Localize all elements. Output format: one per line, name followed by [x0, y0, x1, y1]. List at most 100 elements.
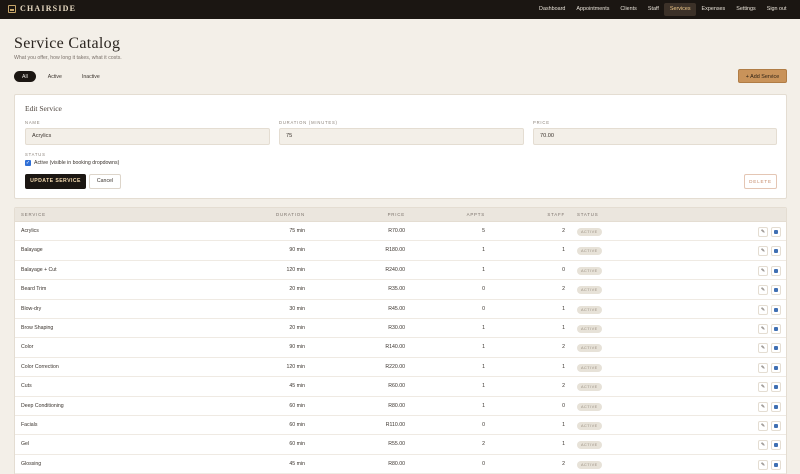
duration-input[interactable]: 75 [279, 128, 524, 145]
cancel-button[interactable]: Cancel [89, 174, 121, 189]
delete-row-button[interactable] [771, 227, 781, 237]
filter-all[interactable]: All [14, 71, 36, 82]
table-row[interactable]: Acrylics 75 min R70.00 5 2 ACTIVE ✎ [15, 222, 786, 242]
delete-row-button[interactable] [771, 285, 781, 296]
table-row[interactable]: Blow-dry 30 min R45.00 0 1 ACTIVE ✎ [15, 300, 786, 319]
col-price[interactable]: PRICE [355, 208, 405, 222]
trash-icon [774, 404, 778, 409]
table-row[interactable]: Color Correction 120 min R220.00 1 1 ACTIVE ✎ [15, 358, 786, 378]
cell-duration: 60 min [289, 421, 305, 428]
status-badge: ACTIVE [577, 460, 602, 469]
pencil-icon: ✎ [760, 229, 766, 235]
filter-active[interactable]: Active [40, 71, 70, 82]
pencil-icon: ✎ [760, 248, 766, 255]
col-appts[interactable]: APPTS [435, 208, 485, 222]
delete-row-button[interactable] [771, 323, 781, 334]
trash-icon [774, 249, 778, 254]
nav-settings[interactable]: Settings [731, 3, 761, 16]
delete-row-button[interactable] [771, 401, 781, 412]
delete-row-button[interactable] [771, 440, 781, 451]
duration-label: DURATION (MINUTES) [279, 120, 338, 125]
table-row[interactable]: Glossing 45 min R80.00 0 2 ACTIVE ✎ [15, 455, 786, 474]
trash-icon [774, 230, 778, 234]
delete-row-button[interactable] [771, 343, 781, 354]
delete-service-button[interactable]: DELETE [744, 174, 777, 189]
delete-row-button[interactable] [771, 459, 781, 470]
cell-service: Color [21, 344, 34, 351]
update-service-button[interactable]: UPDATE SERVICE [25, 174, 86, 189]
cell-service: Balayage [21, 247, 43, 254]
table-row[interactable]: Color 90 min R140.00 1 2 ACTIVE ✎ [15, 338, 786, 358]
edit-row-button[interactable]: ✎ [758, 459, 768, 470]
edit-row-button[interactable]: ✎ [758, 420, 768, 431]
edit-row-button[interactable]: ✎ [758, 382, 768, 393]
trash-icon [774, 385, 778, 390]
nav-appointments[interactable]: Appointments [571, 3, 615, 16]
col-staff[interactable]: STAFF [515, 208, 565, 222]
edit-row-button[interactable]: ✎ [758, 323, 768, 334]
table-row[interactable]: Beard Trim 20 min R35.00 0 2 ACTIVE ✎ [15, 280, 786, 300]
price-input[interactable]: 70.00 [533, 128, 777, 145]
delete-row-button[interactable] [771, 382, 781, 393]
cell-staff: 0 [562, 402, 565, 409]
nav-dashboard[interactable]: Dashboard [534, 3, 571, 16]
chair-icon [8, 4, 16, 13]
nav-sign-out[interactable]: Sign out [761, 3, 792, 16]
cell-staff: 1 [562, 421, 565, 428]
cell-service: Acrylics [21, 228, 39, 234]
cell-appts: 1 [482, 266, 485, 273]
cell-price: R110.00 [385, 421, 405, 428]
edit-row-button[interactable]: ✎ [758, 440, 768, 451]
filter-inactive[interactable]: Inactive [74, 71, 108, 82]
edit-row-button[interactable]: ✎ [758, 265, 768, 276]
status-badge: ACTIVE [577, 441, 602, 450]
brand-logo[interactable]: CHAIRSIDE [8, 4, 76, 13]
cell-appts: 0 [482, 286, 485, 293]
delete-row-button[interactable] [771, 362, 781, 373]
edit-row-button[interactable]: ✎ [758, 304, 768, 315]
edit-row-button[interactable]: ✎ [758, 246, 768, 257]
add-service-button[interactable]: + Add Service [738, 69, 787, 83]
table-row[interactable]: Balayage + Cut 120 min R240.00 1 0 ACTIVE ✎ [15, 261, 786, 281]
table-row[interactable]: Brow Shaping 20 min R30.00 1 1 ACTIVE ✎ [15, 319, 786, 339]
services-table: SERVICE DURATION PRICE APPTS STAFF STATU… [14, 207, 787, 474]
cell-duration: 75 min [289, 228, 305, 234]
delete-row-button[interactable] [771, 265, 781, 276]
table-row[interactable]: Balayage 90 min R180.00 1 1 ACTIVE ✎ [15, 241, 786, 261]
nav-expenses[interactable]: Expenses [696, 3, 731, 16]
name-label: NAME [25, 120, 41, 125]
trash-icon [774, 365, 778, 370]
name-input[interactable]: Acrylics [25, 128, 270, 145]
cell-appts: 1 [482, 324, 485, 331]
cell-appts: 0 [482, 421, 485, 428]
edit-row-button[interactable]: ✎ [758, 343, 768, 354]
nav-services[interactable]: Services [664, 3, 697, 16]
table-row[interactable]: Facials 60 min R110.00 0 1 ACTIVE ✎ [15, 416, 786, 436]
active-checkbox-row[interactable]: ✓ Active (visible in booking dropdowns) [25, 160, 119, 166]
page-title: Service Catalog [14, 35, 121, 52]
edit-row-button[interactable]: ✎ [758, 285, 768, 296]
cell-appts: 2 [482, 441, 485, 448]
col-status[interactable]: STATUS [577, 208, 598, 222]
page-subtitle: What you offer, how long it takes, what … [14, 55, 122, 61]
nav-clients[interactable]: Clients [615, 3, 642, 16]
status-badge: ACTIVE [577, 305, 602, 314]
delete-row-button[interactable] [771, 246, 781, 257]
edit-row-button[interactable]: ✎ [758, 362, 768, 373]
cell-duration: 120 min [286, 266, 305, 273]
cell-service: Brow Shaping [21, 324, 54, 331]
edit-row-button[interactable]: ✎ [758, 401, 768, 412]
edit-row-button[interactable]: ✎ [758, 227, 768, 237]
delete-row-button[interactable] [771, 420, 781, 431]
cell-service: Glossing [21, 460, 42, 467]
cell-price: R140.00 [385, 344, 405, 351]
table-row[interactable]: Deep Conditioning 60 min R80.00 1 0 ACTIVE ✎ [15, 397, 786, 416]
nav-staff[interactable]: Staff [642, 3, 664, 16]
col-duration[interactable]: DURATION [255, 208, 305, 222]
col-service[interactable]: SERVICE [21, 208, 46, 222]
pencil-icon: ✎ [760, 442, 766, 449]
delete-row-button[interactable] [771, 304, 781, 315]
table-row[interactable]: Gel 60 min R55.00 2 1 ACTIVE ✎ [15, 435, 786, 455]
table-row[interactable]: Cuts 45 min R60.00 1 2 ACTIVE ✎ [15, 377, 786, 397]
active-checkbox[interactable]: ✓ [25, 160, 31, 166]
